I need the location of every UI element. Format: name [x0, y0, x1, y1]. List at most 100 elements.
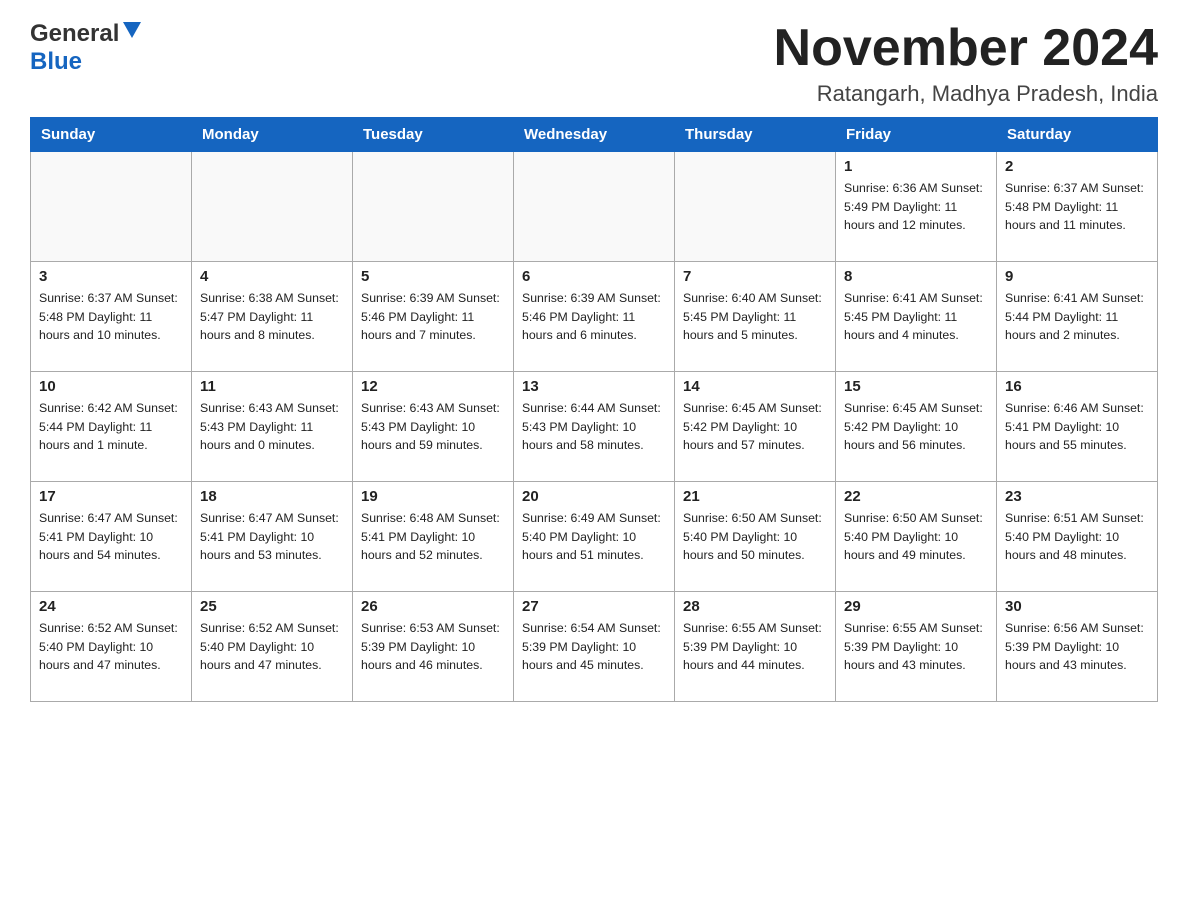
calendar-header-row: SundayMondayTuesdayWednesdayThursdayFrid… [31, 118, 1158, 152]
day-number: 16 [1005, 378, 1149, 395]
day-number: 4 [200, 268, 344, 285]
day-number: 2 [1005, 158, 1149, 175]
day-number: 30 [1005, 598, 1149, 615]
day-cell: 7Sunrise: 6:40 AM Sunset: 5:45 PM Daylig… [675, 262, 836, 372]
day-cell: 19 Sunrise: 6:48 AM Sunset: 5:41 PM Dayli… [353, 482, 514, 592]
col-header-saturday: Saturday [997, 118, 1158, 152]
week-row-3: 10Sunrise: 6:42 AM Sunset: 5:44 PM Dayli… [31, 372, 1158, 482]
day-number: 28 [683, 598, 827, 615]
day-info: Sunrise: 6:40 AM Sunset: 5:45 PM Dayligh… [683, 289, 827, 344]
day-cell: 4 Sunrise: 6:38 AM Sunset: 5:47 PM Daylig… [192, 262, 353, 372]
day-info: Sunrise: 6:44 AM Sunset: 5:43 PM Dayligh… [522, 399, 666, 454]
day-number: 21 [683, 488, 827, 505]
day-info: Sunrise: 6:52 AM Sunset: 5:40 PM Dayligh… [200, 619, 344, 674]
logo-general-text: General [30, 20, 119, 48]
day-info: Sunrise: 6:48 AM Sunset: 5:41 PM Dayligh… [361, 509, 505, 564]
day-cell: 11Sunrise: 6:43 AM Sunset: 5:43 PM Dayli… [192, 372, 353, 482]
day-info: Sunrise: 6:43 AM Sunset: 5:43 PM Dayligh… [361, 399, 505, 454]
day-number: 26 [361, 598, 505, 615]
col-header-friday: Friday [836, 118, 997, 152]
day-cell: 23 Sunrise: 6:51 AM Sunset: 5:40 PM Dayli… [997, 482, 1158, 592]
day-number: 1 [844, 158, 988, 175]
day-number: 25 [200, 598, 344, 615]
day-cell: 25 Sunrise: 6:52 AM Sunset: 5:40 PM Dayli… [192, 592, 353, 702]
day-cell: 29Sunrise: 6:55 AM Sunset: 5:39 PM Dayli… [836, 592, 997, 702]
day-cell: 13 Sunrise: 6:44 AM Sunset: 5:43 PM Dayli… [514, 372, 675, 482]
day-info: Sunrise: 6:55 AM Sunset: 5:39 PM Dayligh… [683, 619, 827, 674]
day-info: Sunrise: 6:38 AM Sunset: 5:47 PM Dayligh… [200, 289, 344, 344]
day-number: 12 [361, 378, 505, 395]
week-row-1: 1Sunrise: 6:36 AM Sunset: 5:49 PM Daylig… [31, 152, 1158, 262]
col-header-wednesday: Wednesday [514, 118, 675, 152]
day-info: Sunrise: 6:47 AM Sunset: 5:41 PM Dayligh… [200, 509, 344, 564]
day-info: Sunrise: 6:47 AM Sunset: 5:41 PM Dayligh… [39, 509, 183, 564]
week-row-4: 17 Sunrise: 6:47 AM Sunset: 5:41 PM Dayli… [31, 482, 1158, 592]
day-cell: 28 Sunrise: 6:55 AM Sunset: 5:39 PM Dayli… [675, 592, 836, 702]
day-number: 19 [361, 488, 505, 505]
day-cell: 20Sunrise: 6:49 AM Sunset: 5:40 PM Dayli… [514, 482, 675, 592]
day-info: Sunrise: 6:54 AM Sunset: 5:39 PM Dayligh… [522, 619, 666, 674]
logo: General Blue [30, 20, 141, 76]
day-cell: 18Sunrise: 6:47 AM Sunset: 5:41 PM Dayli… [192, 482, 353, 592]
subtitle: Ratangarh, Madhya Pradesh, India [774, 81, 1158, 107]
day-cell [675, 152, 836, 262]
day-cell: 30 Sunrise: 6:56 AM Sunset: 5:39 PM Dayli… [997, 592, 1158, 702]
day-cell: 21 Sunrise: 6:50 AM Sunset: 5:40 PM Dayli… [675, 482, 836, 592]
day-cell: 14 Sunrise: 6:45 AM Sunset: 5:42 PM Dayli… [675, 372, 836, 482]
day-number: 11 [200, 378, 344, 395]
col-header-sunday: Sunday [31, 118, 192, 152]
col-header-monday: Monday [192, 118, 353, 152]
day-cell: 22Sunrise: 6:50 AM Sunset: 5:40 PM Dayli… [836, 482, 997, 592]
day-info: Sunrise: 6:52 AM Sunset: 5:40 PM Dayligh… [39, 619, 183, 674]
day-cell [31, 152, 192, 262]
day-info: Sunrise: 6:45 AM Sunset: 5:42 PM Dayligh… [844, 399, 988, 454]
day-info: Sunrise: 6:53 AM Sunset: 5:39 PM Dayligh… [361, 619, 505, 674]
day-number: 10 [39, 378, 183, 395]
day-cell: 26 Sunrise: 6:53 AM Sunset: 5:39 PM Dayli… [353, 592, 514, 702]
day-info: Sunrise: 6:46 AM Sunset: 5:41 PM Dayligh… [1005, 399, 1149, 454]
main-title: November 2024 [774, 20, 1158, 77]
day-number: 27 [522, 598, 666, 615]
day-cell: 10Sunrise: 6:42 AM Sunset: 5:44 PM Dayli… [31, 372, 192, 482]
header: General Blue November 2024 Ratangarh, Ma… [30, 20, 1158, 107]
day-info: Sunrise: 6:39 AM Sunset: 5:46 PM Dayligh… [522, 289, 666, 344]
day-cell: 17 Sunrise: 6:47 AM Sunset: 5:41 PM Dayli… [31, 482, 192, 592]
day-cell [192, 152, 353, 262]
logo-blue-text: Blue [30, 48, 82, 76]
week-row-5: 24 Sunrise: 6:52 AM Sunset: 5:40 PM Dayli… [31, 592, 1158, 702]
day-number: 14 [683, 378, 827, 395]
day-cell: 5Sunrise: 6:39 AM Sunset: 5:46 PM Daylig… [353, 262, 514, 372]
logo-arrow-icon [121, 22, 141, 46]
day-number: 5 [361, 268, 505, 285]
day-info: Sunrise: 6:50 AM Sunset: 5:40 PM Dayligh… [683, 509, 827, 564]
day-number: 13 [522, 378, 666, 395]
col-header-tuesday: Tuesday [353, 118, 514, 152]
day-number: 6 [522, 268, 666, 285]
day-cell: 12 Sunrise: 6:43 AM Sunset: 5:43 PM Dayli… [353, 372, 514, 482]
day-number: 29 [844, 598, 988, 615]
day-info: Sunrise: 6:45 AM Sunset: 5:42 PM Dayligh… [683, 399, 827, 454]
day-info: Sunrise: 6:50 AM Sunset: 5:40 PM Dayligh… [844, 509, 988, 564]
day-info: Sunrise: 6:56 AM Sunset: 5:39 PM Dayligh… [1005, 619, 1149, 674]
day-number: 9 [1005, 268, 1149, 285]
day-number: 15 [844, 378, 988, 395]
day-cell [514, 152, 675, 262]
day-cell: 2Sunrise: 6:37 AM Sunset: 5:48 PM Daylig… [997, 152, 1158, 262]
day-cell: 15 Sunrise: 6:45 AM Sunset: 5:42 PM Dayli… [836, 372, 997, 482]
calendar-table: SundayMondayTuesdayWednesdayThursdayFrid… [30, 117, 1158, 702]
col-header-thursday: Thursday [675, 118, 836, 152]
day-number: 3 [39, 268, 183, 285]
day-number: 23 [1005, 488, 1149, 505]
day-info: Sunrise: 6:41 AM Sunset: 5:45 PM Dayligh… [844, 289, 988, 344]
day-info: Sunrise: 6:41 AM Sunset: 5:44 PM Dayligh… [1005, 289, 1149, 344]
day-cell: 1Sunrise: 6:36 AM Sunset: 5:49 PM Daylig… [836, 152, 997, 262]
day-info: Sunrise: 6:51 AM Sunset: 5:40 PM Dayligh… [1005, 509, 1149, 564]
day-number: 24 [39, 598, 183, 615]
day-cell: 27 Sunrise: 6:54 AM Sunset: 5:39 PM Dayli… [514, 592, 675, 702]
day-cell: 9 Sunrise: 6:41 AM Sunset: 5:44 PM Daylig… [997, 262, 1158, 372]
day-cell [353, 152, 514, 262]
day-cell: 6 Sunrise: 6:39 AM Sunset: 5:46 PM Daylig… [514, 262, 675, 372]
day-number: 17 [39, 488, 183, 505]
day-number: 8 [844, 268, 988, 285]
day-info: Sunrise: 6:37 AM Sunset: 5:48 PM Dayligh… [39, 289, 183, 344]
